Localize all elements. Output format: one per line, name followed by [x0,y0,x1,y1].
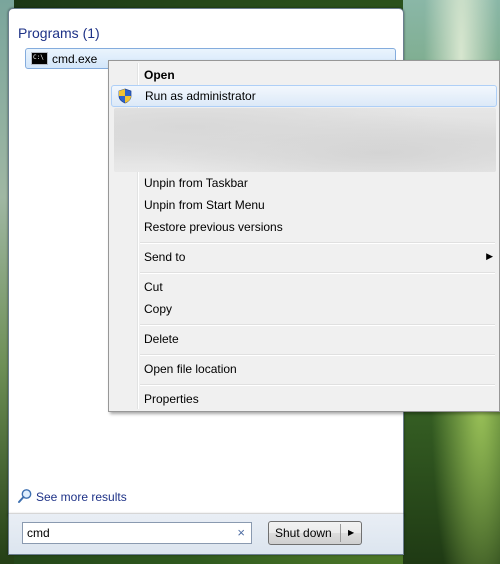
uac-shield-icon [118,88,132,104]
menu-item-send-to[interactable]: Send to ▶ [111,246,497,268]
menu-item-delete[interactable]: Delete [111,328,497,350]
start-menu-bottom-bar: × Shut down ▶ [8,514,404,555]
search-box[interactable]: × [22,522,252,544]
obscured-menu-region [114,108,496,172]
menu-item-open[interactable]: Open [111,64,497,86]
menu-item-label: Run as administrator [145,89,256,103]
cmd-icon: C:\ [31,52,48,65]
menu-item-label: Unpin from Start Menu [144,198,265,212]
menu-item-label: Open file location [144,362,237,376]
menu-item-label: Restore previous versions [144,220,283,234]
see-more-results-label: See more results [36,490,127,504]
menu-item-run-as-administrator[interactable]: Run as administrator [111,85,497,107]
shutdown-divider [340,524,341,542]
program-label: cmd.exe [52,52,98,66]
menu-item-label: Open [144,68,175,82]
menu-item-unpin-start-menu[interactable]: Unpin from Start Menu [111,194,497,216]
search-input[interactable] [27,525,227,541]
menu-separator [140,354,495,356]
menu-item-label: Cut [144,280,163,294]
submenu-arrow-icon: ▶ [486,251,493,261]
menu-item-label: Copy [144,302,173,316]
menu-item-label: Send to [144,250,186,264]
menu-item-unpin-taskbar[interactable]: Unpin from Taskbar [111,172,497,194]
menu-separator [140,272,495,274]
shutdown-button[interactable]: Shut down ▶ [268,521,362,545]
programs-section-title: Programs (1) [18,25,100,41]
menu-item-label: Unpin from Taskbar [144,176,248,190]
menu-item-copy[interactable]: Copy [111,298,497,320]
menu-item-open-file-location[interactable]: Open file location [111,358,497,380]
shutdown-options-arrow-icon[interactable]: ▶ [348,526,354,540]
magnifier-icon [18,489,32,503]
menu-item-restore-previous-versions[interactable]: Restore previous versions [111,216,497,238]
menu-item-cut[interactable]: Cut [111,276,497,298]
context-menu: Open Run as administrator Unpin from Tas… [108,60,500,412]
menu-separator [140,242,495,244]
menu-separator [140,324,495,326]
menu-item-label: Properties [144,392,199,406]
menu-item-label: Delete [144,332,179,346]
shutdown-label: Shut down [275,526,332,540]
clear-search-icon[interactable]: × [237,525,245,541]
menu-separator [140,384,495,386]
menu-item-properties[interactable]: Properties [111,388,497,410]
